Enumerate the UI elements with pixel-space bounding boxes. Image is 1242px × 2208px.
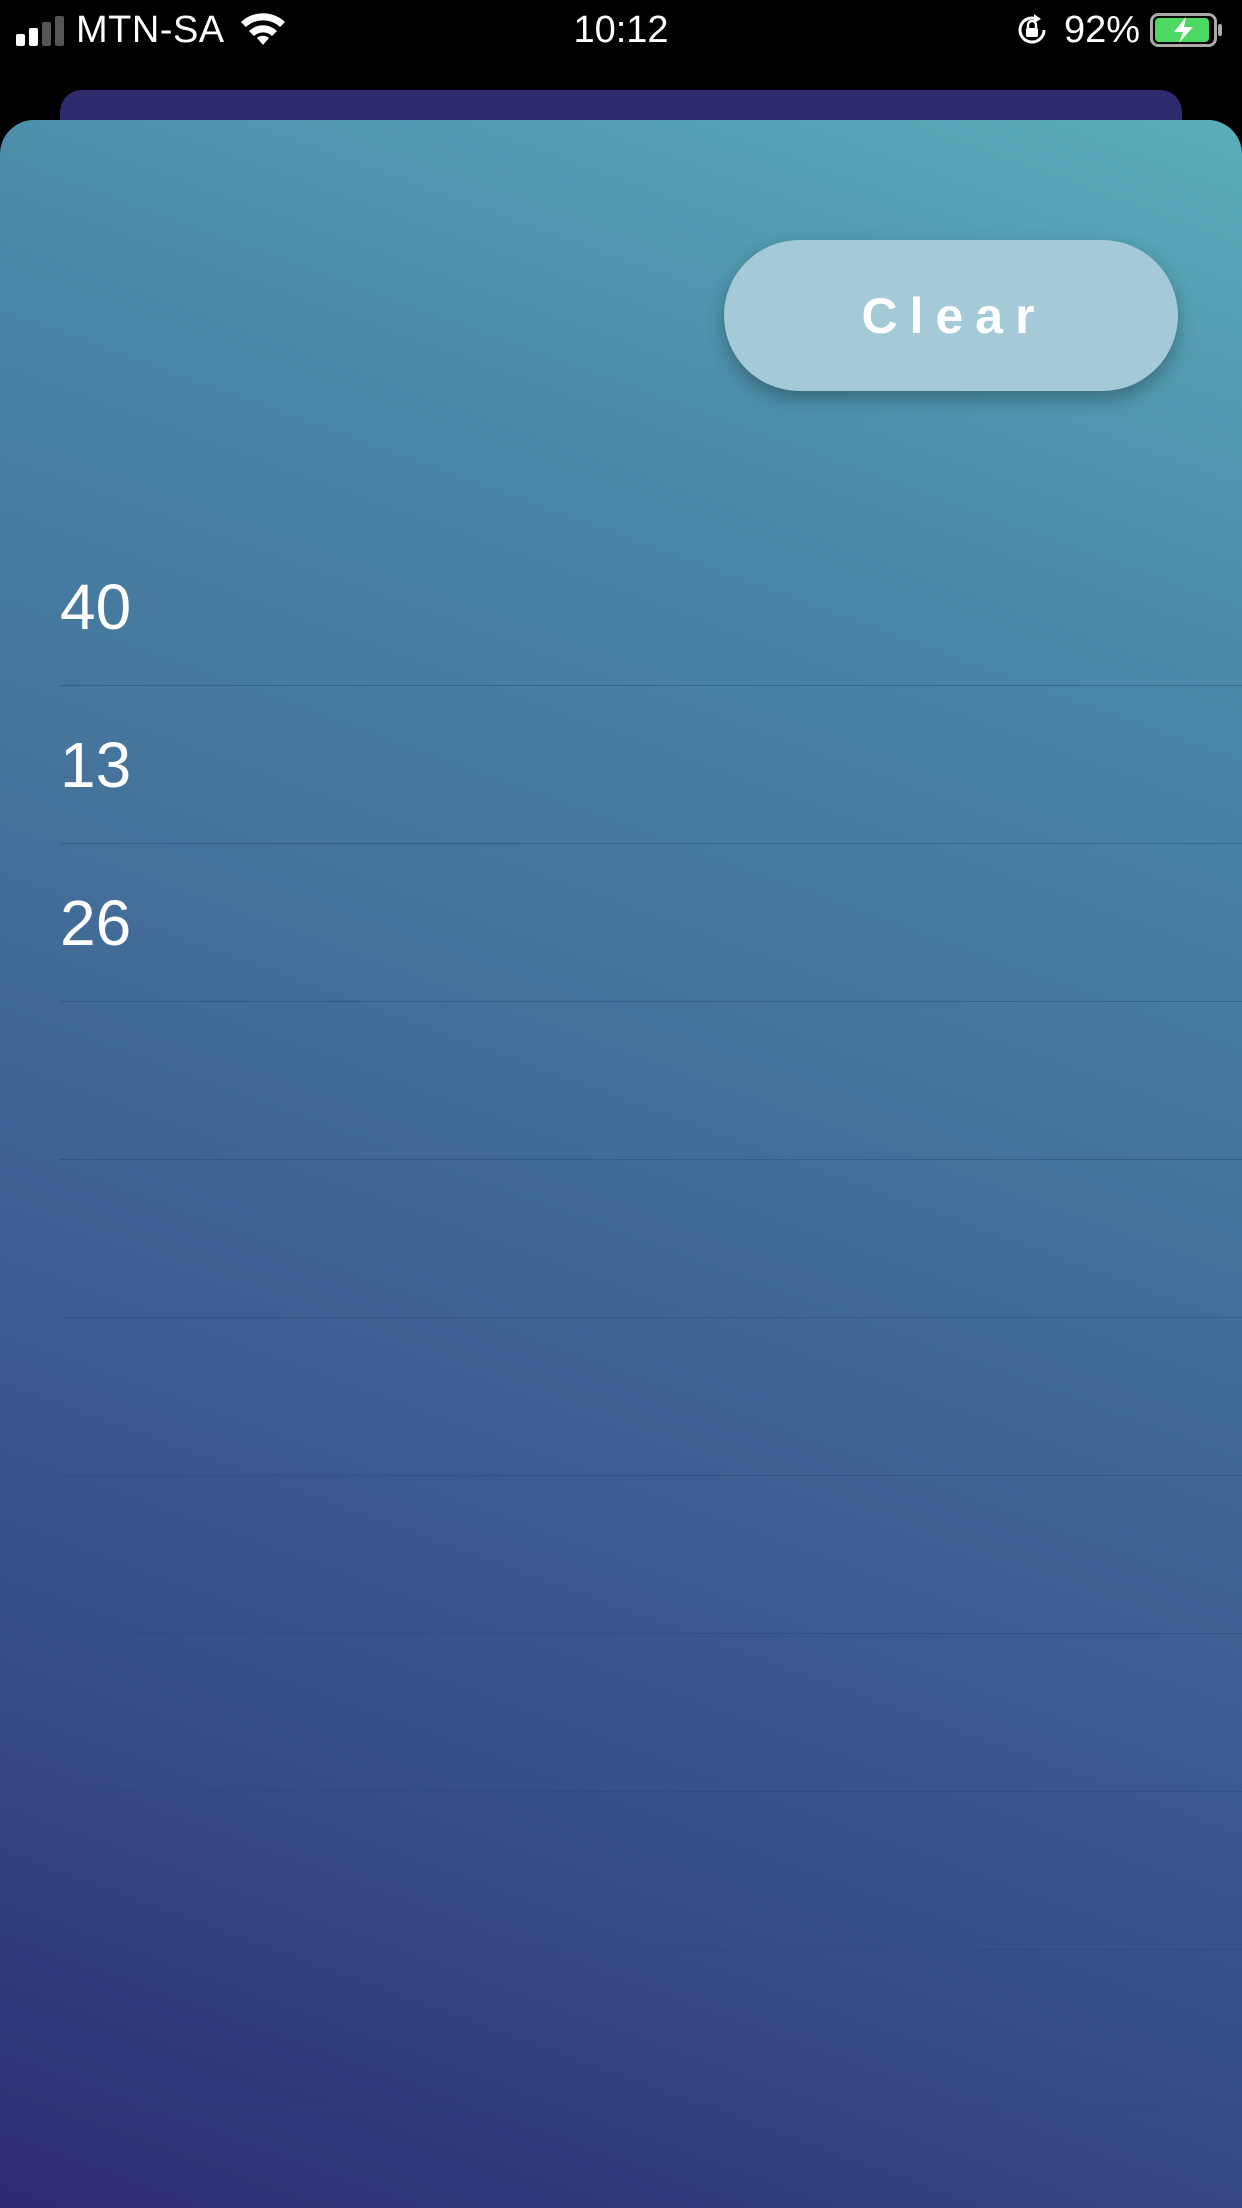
list-item[interactable] bbox=[60, 1950, 1242, 2108]
list-item[interactable]: 13 bbox=[60, 686, 1242, 844]
main-sheet: Clear 40 13 26 bbox=[0, 120, 1242, 2208]
entry-value: 40 bbox=[60, 571, 132, 643]
status-bar: MTN-SA 10:12 92% bbox=[0, 0, 1242, 60]
clear-button[interactable]: Clear bbox=[724, 240, 1178, 391]
list-item[interactable] bbox=[60, 1318, 1242, 1476]
list-item[interactable]: 26 bbox=[60, 844, 1242, 1002]
entry-value: 26 bbox=[60, 887, 132, 959]
list-item[interactable] bbox=[60, 1002, 1242, 1160]
battery-charging-icon bbox=[1150, 13, 1222, 47]
list-item[interactable] bbox=[60, 1792, 1242, 1950]
battery-percent: 92% bbox=[1063, 8, 1140, 51]
list-item[interactable] bbox=[60, 1160, 1242, 1318]
status-right: 92% bbox=[1014, 0, 1224, 60]
list-item[interactable] bbox=[60, 1634, 1242, 1792]
rotation-lock-icon bbox=[1018, 14, 1046, 44]
list-item[interactable] bbox=[60, 1476, 1242, 1634]
list-item[interactable]: 40 bbox=[60, 528, 1242, 686]
entries-list: 40 13 26 bbox=[60, 528, 1242, 2208]
list-item[interactable] bbox=[60, 2108, 1242, 2208]
entry-value: 13 bbox=[60, 729, 132, 801]
